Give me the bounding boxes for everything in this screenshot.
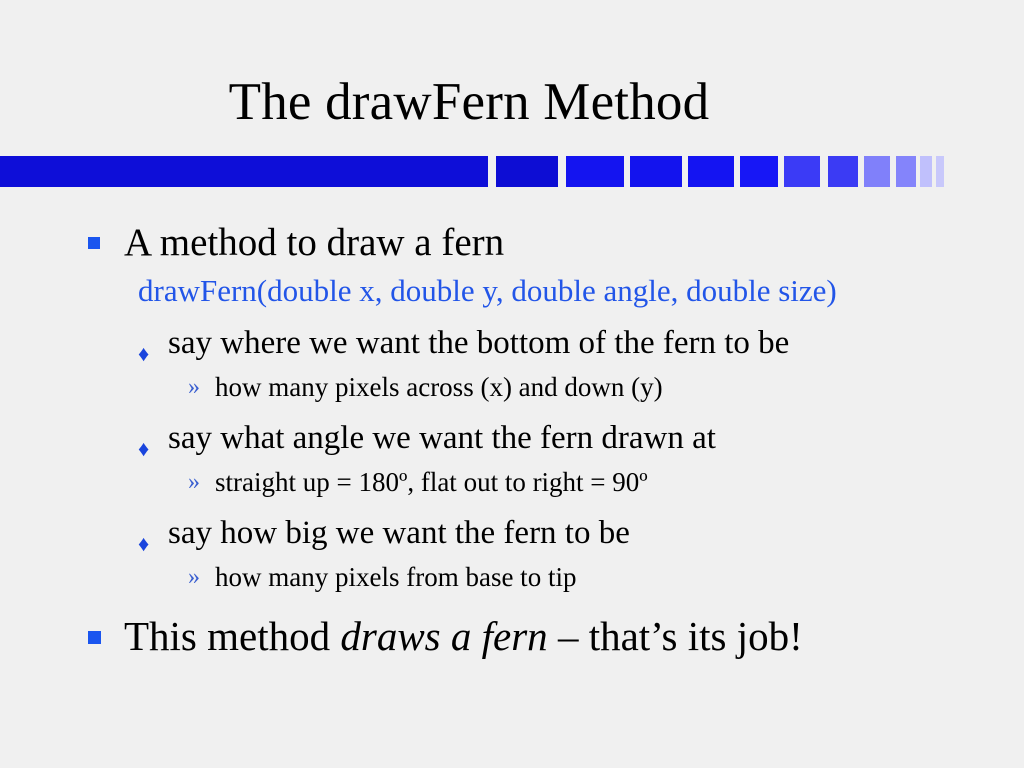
slide-title: The drawFern Method [228,73,710,131]
slide-body: A method to draw a fern drawFern(double … [0,216,1024,664]
bullet-text-emphasis: draws a fern [340,613,548,659]
code-signature-drawfern: drawFern(double x, double y, double angl… [0,269,1024,313]
bullet-level3-angle-values: » straight up = 180º, flat out to right … [0,462,1024,503]
bar-segment-12 [936,156,944,187]
square-bullet-icon [88,631,101,644]
bullet-level3-pixels-base-tip: » how many pixels from base to tip [0,557,1024,598]
bullet-text: straight up = 180º, flat out to right = … [215,467,648,497]
bullet-text: say what angle we want the fern drawn at [168,420,716,456]
bar-segment-1 [0,156,488,187]
bullet-text: A method to draw a fern [124,221,505,264]
bullet-level1-method-to-draw: A method to draw a fern [0,216,1024,269]
bar-segment-5 [688,156,734,187]
bullet-level2-say-what-angle: ♦ say what angle we want the fern drawn … [0,414,1024,462]
bar-segment-8 [828,156,858,187]
bar-segment-7 [784,156,820,187]
bar-segment-2 [496,156,558,187]
bar-segment-10 [896,156,916,187]
bar-segment-3 [566,156,624,187]
bullet-text: say where we want the bottom of the fern… [168,325,790,361]
bullet-text: how many pixels from base to tip [215,562,577,592]
bullet-text: how many pixels across (x) and down (y) [215,372,663,402]
bar-segment-9 [864,156,890,187]
decorative-fading-bar [0,156,1024,187]
bullet-text-post: – that’s its job! [547,613,803,659]
square-bullet-icon [88,237,100,249]
bullet-text-pre: This method [124,613,341,659]
chevron-bullet-icon: » [188,374,200,400]
bar-segment-6 [740,156,778,187]
bullet-level1-this-method-draws: This method draws a fern – that’s its jo… [0,608,1024,664]
bar-segment-4 [630,156,682,187]
bar-segment-11 [920,156,932,187]
bullet-level2-say-how-big: ♦ say how big we want the fern to be [0,509,1024,557]
code-text: drawFern(double x, double y, double angl… [138,273,837,308]
chevron-bullet-icon: » [188,564,200,590]
bullet-text: say how big we want the fern to be [168,515,630,551]
bullet-level3-pixels-across: » how many pixels across (x) and down (y… [0,367,1024,408]
chevron-bullet-icon: » [188,469,200,495]
bullet-level2-say-where: ♦ say where we want the bottom of the fe… [0,319,1024,367]
